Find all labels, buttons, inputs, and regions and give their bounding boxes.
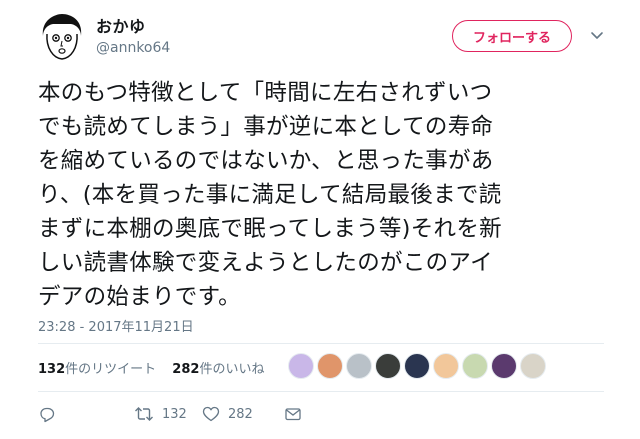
screen-name[interactable]: @annko64: [96, 40, 170, 56]
envelope-icon: [285, 408, 301, 421]
tweet-text-line: を縮めているのではないか、と思った事があ: [38, 148, 494, 174]
liker-avatar[interactable]: [346, 353, 372, 379]
retweet-button[interactable]: 132: [134, 405, 187, 423]
retweet-icon: [135, 407, 153, 421]
timestamp[interactable]: 23:28 - 2017年11月21日: [38, 316, 194, 335]
follow-button[interactable]: フォローする: [452, 20, 572, 52]
tweet-text-line: り、(本を買った事に満足して結局最後まで読: [38, 182, 502, 208]
chevron-down-icon: [591, 32, 603, 39]
divider: [38, 343, 604, 344]
retweets-label: 件のリツイート: [65, 362, 157, 377]
reply-icon: [40, 407, 55, 423]
reply-button[interactable]: [38, 405, 56, 423]
direct-message-button[interactable]: [284, 405, 302, 423]
likes-stat[interactable]: 282件のいいね: [172, 362, 264, 377]
liker-avatar[interactable]: [317, 353, 343, 379]
avatar[interactable]: [37, 12, 87, 62]
tweet-stats: 132件のリツイート 282件のいいね: [38, 358, 276, 377]
liker-avatar[interactable]: [404, 353, 430, 379]
like-count: 282: [228, 406, 253, 422]
retweets-count: 132: [38, 362, 66, 377]
tweet-text-line: デアの始まりです。: [38, 284, 241, 310]
tweet-text-line: 本のもつ特徴として「時間に左右されずいつ: [38, 80, 493, 106]
tweet-text-line: しい読書体験で変えようとしたのがこのアイ: [38, 250, 493, 276]
likes-count: 282: [172, 362, 200, 377]
liker-avatar[interactable]: [433, 353, 459, 379]
more-options-button[interactable]: [588, 26, 606, 44]
tweet-text-line: でも読めてしまう」事が逆に本としての寿命: [38, 114, 494, 140]
liker-avatar[interactable]: [375, 353, 401, 379]
divider: [38, 391, 604, 392]
liker-avatar[interactable]: [520, 353, 546, 379]
liker-avatar[interactable]: [491, 353, 517, 379]
liker-avatar[interactable]: [462, 353, 488, 379]
retweet-count: 132: [162, 406, 187, 422]
heart-icon: [202, 406, 220, 422]
tweet-text-line: まずに本棚の奥底で眠ってしまう等)それを新: [38, 216, 502, 242]
liker-avatar[interactable]: [288, 353, 314, 379]
display-name[interactable]: おかゆ: [96, 13, 146, 37]
avatar-face-icon: [38, 13, 86, 61]
retweets-stat[interactable]: 132件のリツイート: [38, 362, 156, 377]
likes-label: 件のいいね: [199, 362, 265, 377]
tweet-text: 本のもつ特徴として「時間に左右されずいつ でも読めてしまう」事が逆に本としての寿…: [38, 76, 613, 314]
like-button[interactable]: 282: [202, 405, 253, 423]
